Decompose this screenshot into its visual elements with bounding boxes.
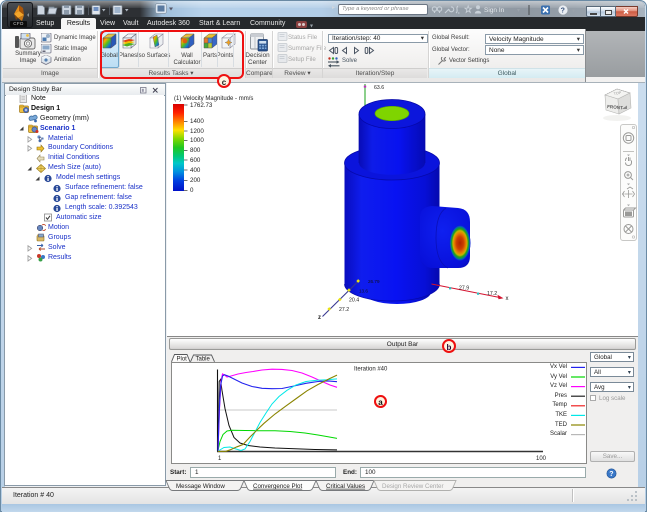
svg-text:?: ? [561, 8, 565, 15]
svg-text:Iteration #40: Iteration #40 [354, 366, 388, 372]
svg-text:27.9: 27.9 [459, 285, 469, 291]
svg-text:Sign In: Sign In [484, 7, 505, 14]
svg-text:x: x [506, 296, 509, 302]
svg-text:▾: ▾ [517, 8, 520, 14]
svg-text:Convergence Plot: Convergence Plot [253, 483, 302, 490]
svg-text:?: ? [609, 471, 613, 478]
svg-text:13.6: 13.6 [359, 289, 368, 294]
svg-text:Design Review Center: Design Review Center [382, 483, 444, 490]
svg-text:27.2: 27.2 [339, 307, 349, 313]
svg-text:20.4: 20.4 [349, 298, 359, 304]
svg-text:26.79: 26.79 [368, 279, 380, 284]
svg-text:Critical Values: Critical Values [326, 483, 365, 490]
svg-text:▾: ▾ [310, 24, 313, 30]
svg-text:z: z [318, 315, 321, 321]
svg-text:Message Window: Message Window [176, 483, 225, 490]
svg-text:100: 100 [536, 456, 547, 462]
svg-text:1: 1 [218, 456, 222, 462]
svg-text:▾: ▾ [572, 9, 575, 15]
svg-text:63.6: 63.6 [374, 85, 384, 91]
svg-text:17.2: 17.2 [487, 291, 497, 297]
